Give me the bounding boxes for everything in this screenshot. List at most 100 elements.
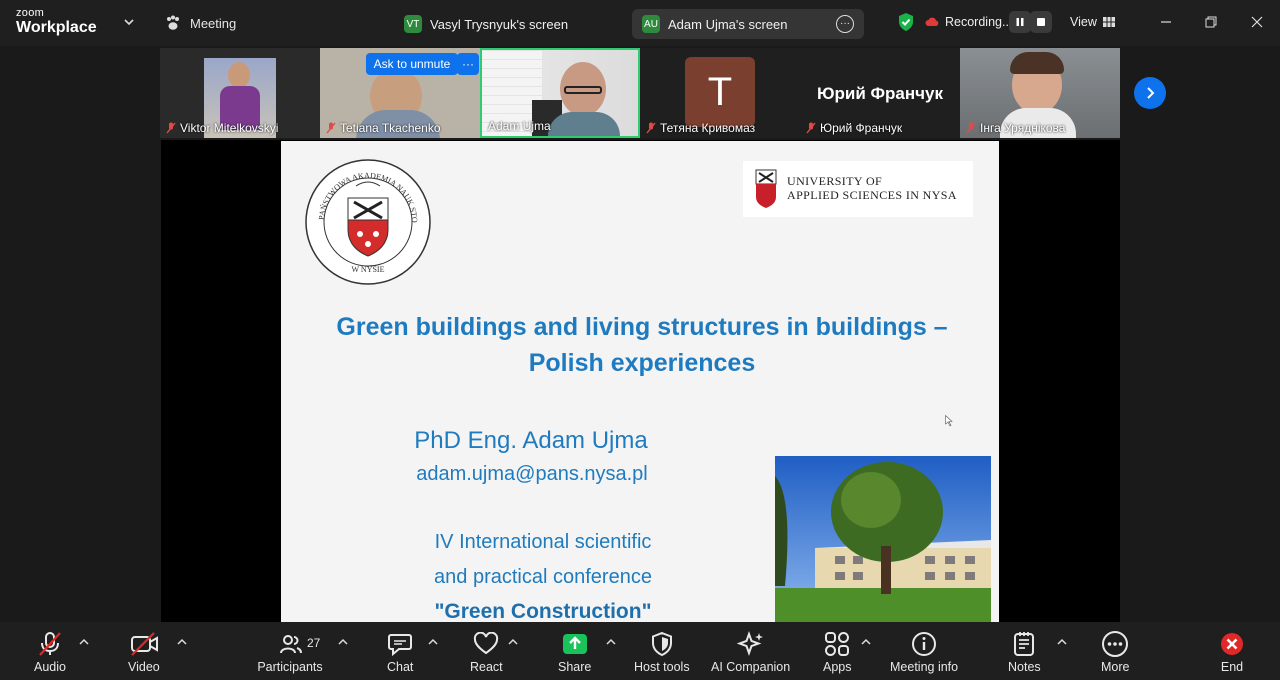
share-tab-adam[interactable]: AU Adam Ujma's screen ··· [632,9,864,39]
participant-more-button[interactable]: ··· [457,53,479,75]
paw-icon [167,15,179,30]
mic-muted-icon [166,122,176,134]
share-tab-label: Adam Ujma's screen [668,16,788,32]
slide-author: PhD Eng. Adam Ujma [414,427,648,454]
more-icon [1102,631,1129,657]
participant-name: Тетяна Кривомаз [646,121,755,135]
app-logo[interactable]: zoom Workplace [16,8,97,36]
recording-label: Recording... [945,15,1013,29]
participant-tile[interactable]: Viktor Mitelkovskyi [160,48,320,138]
glasses [564,86,602,94]
share-options-chevron-icon[interactable] [606,638,616,646]
participant-tile-active-speaker[interactable]: Adam Ujma [480,48,640,138]
next-page-button[interactable] [1134,77,1166,109]
meeting-info-button[interactable]: Meeting info [890,630,958,674]
participant-display-name: Юрий Франчук [817,84,943,103]
notes-options-chevron-icon[interactable] [1057,638,1067,646]
avatar-initial: T [685,57,755,127]
mic-muted-icon [806,122,816,134]
person-body [548,112,620,136]
university-seal-logo: PAŃSTWOWA AKADEMIA NAUK STOSOWANYCH W NY… [304,158,431,285]
notes-icon [1014,632,1035,656]
mouse-cursor-icon [945,415,953,427]
shield-check-icon[interactable] [897,12,915,32]
conference-line2: and practical conference [434,566,652,588]
audio-options-chevron-icon[interactable] [79,638,89,646]
participant-name: Adam Ujma [488,119,551,133]
close-button[interactable] [1247,12,1267,32]
person-hair [1010,52,1064,74]
audio-button[interactable]: Audio [34,630,66,674]
conference-line1: IV International scientific [434,531,652,553]
pause-recording-button[interactable] [1009,11,1031,33]
brand-large: Workplace [16,19,97,36]
avatar: AU [642,15,660,33]
participant-name: Viktor Mitelkovskyi [166,121,278,135]
stop-recording-button[interactable] [1030,11,1052,33]
participant-tile[interactable]: T Тетяна Кривомаз [640,48,800,138]
share-button[interactable]: Share [558,630,591,674]
end-meeting-button[interactable]: End [1219,630,1245,674]
sparkle-icon [736,631,763,656]
apps-icon [825,632,850,656]
participants-count: 27 [307,636,321,650]
mic-muted-icon [966,122,976,134]
apps-options-chevron-icon[interactable] [861,638,871,646]
chat-button[interactable]: Chat [387,630,413,674]
grid-icon [1102,17,1115,27]
more-button[interactable]: More [1101,630,1129,674]
view-button[interactable]: View [1070,15,1115,29]
close-icon [1251,16,1263,28]
chat-options-chevron-icon[interactable] [428,638,438,646]
university-crest-icon [755,169,777,208]
university-logo: UNIVERSITY OF APPLIED SCIENCES IN NYSA [743,161,973,217]
cloud-record-icon [925,17,939,26]
share-tab-vasyl[interactable]: VT Vasyl Trysnyuk's screen [394,9,614,39]
meeting-label: Meeting [190,15,237,31]
minimize-button[interactable] [1156,12,1176,32]
share-screen-icon [562,634,587,654]
participants-options-chevron-icon[interactable] [338,638,348,646]
participant-name: Юрий Франчук [806,121,902,135]
chevron-right-icon [1147,87,1155,99]
person-head [228,62,250,88]
slide-email: adam.ujma@pans.nysa.pl [416,463,648,485]
chevron-down-icon[interactable] [122,15,136,29]
ai-companion-button[interactable]: AI Companion [711,630,790,674]
svg-text:W NYSIE: W NYSIE [352,265,385,274]
notes-button[interactable]: Notes [1008,630,1041,674]
react-options-chevron-icon[interactable] [508,638,518,646]
more-icon[interactable]: ··· [836,15,854,33]
mic-muted-icon [326,122,336,134]
restore-button[interactable] [1201,12,1221,32]
video-options-chevron-icon[interactable] [177,638,187,646]
mic-muted-icon [39,632,61,656]
shield-icon [651,631,672,657]
campus-photo [775,456,991,622]
react-button[interactable]: React [470,630,503,674]
host-tools-button[interactable]: Host tools [634,630,690,674]
presentation-slide: PAŃSTWOWA AKADEMIA NAUK STOSOWANYCH W NY… [281,141,999,622]
meeting-toolbar: Audio Video Participants 27 Chat React S… [0,622,1280,680]
participant-tile[interactable]: Інга Уряднікова [960,48,1120,138]
mic-muted-icon [646,122,656,134]
heart-icon [474,632,499,655]
video-off-icon [130,632,158,656]
recording-indicator[interactable]: Recording... [925,15,1012,29]
video-button[interactable]: Video [128,630,160,674]
conference-name: "Green Construction" [434,600,652,622]
info-icon [912,632,937,656]
ask-to-unmute-button[interactable]: Ask to unmute [366,53,458,75]
view-label: View [1070,15,1097,29]
slide-title: Green buildings and living structures in… [336,313,948,377]
share-tab-label: Vasyl Trysnyuk's screen [430,16,569,32]
meeting-menu[interactable]: Meeting [164,14,236,32]
participant-strip: Viktor Mitelkovskyi Tetiana Tkachenko Ad… [160,48,1120,138]
chat-icon [388,634,413,656]
stop-icon [1037,18,1045,26]
apps-button[interactable]: Apps [823,630,852,674]
participant-tile[interactable]: Юрий Франчук Юрий Франчук [800,48,960,138]
restore-icon [1205,16,1217,28]
university-name-line2: APPLIED SCIENCES IN NYSA [787,188,957,202]
minimize-icon [1161,21,1171,23]
